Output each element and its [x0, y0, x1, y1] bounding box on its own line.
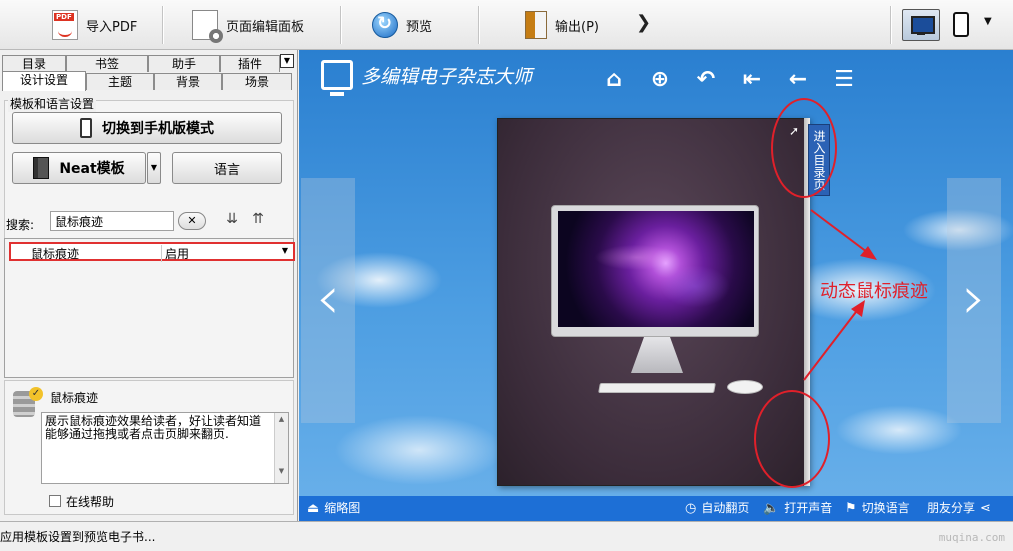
pdf-icon — [52, 10, 78, 40]
tab-plugins[interactable]: 插件 — [220, 55, 280, 72]
clock-icon: ◷ — [685, 501, 697, 516]
keyboard-image — [598, 383, 716, 393]
share-icon: ⋖ — [980, 501, 991, 516]
tab-design-settings[interactable]: 设计设置 — [2, 71, 86, 91]
language-button[interactable]: 语言 — [172, 152, 282, 184]
monitor-logo-icon — [321, 60, 353, 96]
more-chevron-icon[interactable]: ❯ — [636, 12, 651, 33]
first-page-icon[interactable]: ⇤ — [739, 68, 765, 92]
description-text-box: 展示鼠标痕迹效果给读者，好让读者知道能够通过拖拽或者点击页脚来翻页. ▲ ▼ — [41, 412, 289, 484]
tabs-row-bottom: 设计设置 主题 背景 场景 — [2, 71, 292, 91]
toolbar-separator — [890, 6, 891, 44]
tab-background[interactable]: 背景 — [154, 73, 222, 90]
import-pdf-button[interactable]: 导入PDF — [52, 0, 137, 50]
preview-label: 预览 — [406, 19, 433, 35]
annotation-label: 动态鼠标痕迹 — [820, 281, 928, 302]
auto-flip-button[interactable]: ◷ 自动翻页 — [685, 496, 749, 521]
property-value[interactable]: 启用 — [161, 245, 281, 262]
menu-icon[interactable]: ☰ — [831, 68, 857, 92]
thumbnails-label: 缩略图 — [324, 501, 361, 515]
watermark: muqina.com — [938, 531, 1005, 544]
switch-mobile-button[interactable]: 切换到手机版模式 — [12, 112, 282, 144]
annotation-circle-bottom — [754, 390, 830, 488]
panel-collapse-icon[interactable]: ▼ — [280, 54, 294, 68]
undo-icon[interactable]: ↶ — [693, 68, 719, 92]
switch-language-label: 切换语言 — [861, 501, 910, 515]
sort-up-icon[interactable]: ⇈ — [248, 211, 268, 229]
toolbar-separator — [478, 6, 479, 44]
switch-mobile-label: 切换到手机版模式 — [102, 121, 214, 137]
speaker-icon: 🔈 — [763, 501, 780, 516]
page-editor-button[interactable]: 页面编辑面板 — [192, 0, 304, 50]
brand-name: 多编辑电子杂志大师 — [361, 65, 533, 88]
status-text: 应用模板设置到预览电子书... — [0, 530, 156, 544]
home-icon[interactable]: ⌂ — [601, 68, 627, 92]
online-help-checkbox[interactable] — [49, 495, 61, 507]
output-icon — [525, 11, 547, 39]
output-label: 输出(P) — [555, 19, 599, 35]
search-input[interactable] — [50, 211, 174, 231]
status-bar: 应用模板设置到预览电子书... muqina.com — [0, 521, 1013, 551]
property-list: 鼠标痕迹 启用 ▼ — [4, 238, 295, 378]
description-text: 展示鼠标痕迹效果给读者，好让读者知道能够通过拖拽或者点击页脚来翻页. — [45, 414, 262, 441]
main-toolbar: 导入PDF 页面编辑面板 预览 输出(P) ❯ ▼ — [0, 0, 1013, 50]
template-label: Neat模板 — [59, 161, 125, 177]
tab-assistant[interactable]: 助手 — [148, 55, 220, 72]
monitor-screen — [558, 211, 754, 327]
description-scrollbar[interactable]: ▲ ▼ — [274, 413, 288, 483]
search-label: 搜索: — [6, 218, 35, 232]
mouse-image — [727, 380, 763, 394]
property-row[interactable]: 鼠标痕迹 启用 ▼ — [9, 242, 295, 262]
device-dropdown-icon[interactable]: ▼ — [984, 16, 992, 27]
sort-down-icon[interactable]: ⇊ — [222, 211, 242, 229]
previous-page-icon[interactable]: ← — [785, 68, 811, 92]
property-dropdown-icon[interactable]: ▼ — [279, 246, 291, 258]
phone-icon — [80, 118, 92, 138]
description-area: 鼠标痕迹 展示鼠标痕迹效果给读者，好让读者知道能够通过拖拽或者点击页脚来翻页. … — [4, 380, 294, 515]
page-editor-icon — [192, 10, 223, 43]
template-dropdown-icon[interactable]: ▼ — [147, 152, 161, 184]
thumbnails-button[interactable]: ⏏ 缩略图 — [307, 496, 360, 521]
eject-icon: ⏏ — [307, 501, 320, 516]
sound-button[interactable]: 🔈 打开声音 — [763, 496, 832, 521]
zoom-in-icon[interactable]: ⊕ — [647, 68, 673, 92]
refresh-icon — [372, 12, 398, 38]
property-name: 鼠标痕迹 — [31, 247, 80, 261]
brand: 多编辑电子杂志大师 — [321, 60, 533, 96]
description-title: 鼠标痕迹 — [50, 391, 99, 405]
share-button[interactable]: 朋友分享 ⋖ — [927, 496, 991, 521]
tabs-row-top: 目录 书签 助手 插件 — [2, 55, 280, 72]
preview-button[interactable]: 预览 — [372, 0, 432, 50]
flipbook-preview: 多编辑电子杂志大师 ⌂ ⊕ ↶ ⇤ ← ☰ ‹ › ➚ 进入目录页 动态鼠标痕迹… — [299, 50, 1013, 521]
group-title: 模板和语言设置 — [8, 95, 97, 112]
import-pdf-label: 导入PDF — [86, 19, 138, 35]
tab-theme[interactable]: 主题 — [86, 73, 154, 90]
toolbar-separator — [340, 6, 341, 44]
preview-bottom-bar: ⏏ 缩略图 ◷ 自动翻页 🔈 打开声音 ⚑ 切换语言 朋友分享 ⋖ — [299, 496, 1013, 521]
clear-search-icon[interactable]: ✕ — [178, 212, 206, 230]
prev-page-nav[interactable]: ‹ — [301, 178, 355, 423]
desktop-mode-button[interactable] — [902, 9, 940, 41]
computer-monitor-image — [551, 205, 759, 337]
toolbar-separator — [162, 6, 163, 44]
settings-panel: 目录 书签 助手 插件 ▼ 设计设置 主题 背景 场景 模板和语言设置 切换到手… — [0, 50, 298, 521]
share-label: 朋友分享 — [927, 501, 976, 515]
sound-label: 打开声音 — [784, 501, 833, 515]
annotation-circle-top — [771, 98, 837, 198]
switch-language-button[interactable]: ⚑ 切换语言 — [845, 496, 910, 521]
page-editor-label: 页面编辑面板 — [226, 19, 305, 35]
tab-toc[interactable]: 目录 — [2, 55, 66, 72]
tab-scene[interactable]: 场景 — [222, 73, 292, 90]
tab-bookmarks[interactable]: 书签 — [66, 55, 148, 72]
online-help-label: 在线帮助 — [66, 495, 115, 509]
flag-icon: ⚑ — [845, 501, 857, 516]
output-button[interactable]: 输出(P) — [525, 0, 599, 50]
template-button[interactable]: Neat模板 — [12, 152, 146, 184]
book-icon — [33, 157, 50, 179]
phone-mode-button[interactable] — [953, 12, 969, 37]
auto-flip-label: 自动翻页 — [701, 501, 750, 515]
database-check-icon — [13, 387, 43, 417]
next-page-nav[interactable]: › — [947, 178, 1001, 423]
